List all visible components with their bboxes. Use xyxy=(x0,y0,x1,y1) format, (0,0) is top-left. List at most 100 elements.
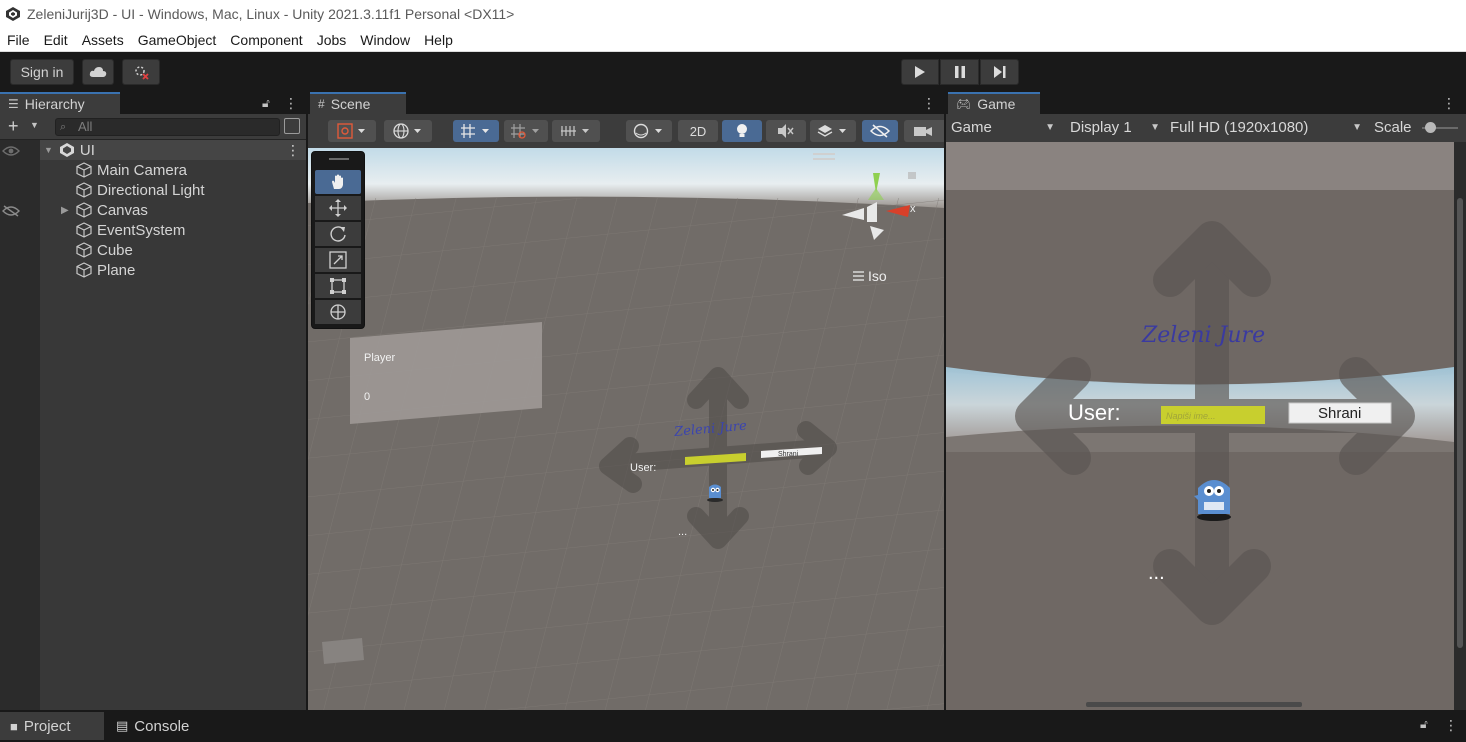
menu-edit[interactable]: Edit xyxy=(37,28,75,52)
hierarchy-scene-row[interactable]: ▼ UI ⋮ xyxy=(40,140,306,160)
hierarchy-item[interactable]: Cube xyxy=(40,240,306,260)
transform-tool-button[interactable] xyxy=(315,300,361,324)
hand-icon xyxy=(332,174,343,189)
move-tool-button[interactable] xyxy=(315,196,361,220)
grid-snap-button[interactable] xyxy=(453,120,499,142)
menu-gameobject[interactable]: GameObject xyxy=(131,28,224,52)
game-menu-icon[interactable]: ⋮ xyxy=(1442,95,1456,111)
game-viewport[interactable]: Zeleni Jure User: Napiši ime... Shrani .… xyxy=(946,142,1454,710)
hierarchy-item-label: Canvas xyxy=(97,201,148,219)
ruler-button[interactable] xyxy=(552,120,600,142)
display-value: Display 1 xyxy=(1070,119,1132,136)
hierarchy-item[interactable]: Plane xyxy=(40,260,306,280)
scene-tabbar: # Scene ⋮ xyxy=(308,92,944,114)
rotate-tool-button[interactable] xyxy=(315,222,361,246)
hierarchy-item-label: Directional Light xyxy=(97,181,205,199)
pause-button[interactable] xyxy=(940,59,979,85)
grid-icon: # xyxy=(318,97,325,111)
scene-menu-icon[interactable]: ⋮ xyxy=(286,142,300,159)
draw-mode-icon xyxy=(337,123,365,139)
step-button[interactable] xyxy=(980,59,1019,85)
game-vertical-scrollbar[interactable] xyxy=(1454,142,1466,710)
chevron-down-icon: ▼ xyxy=(1150,122,1160,133)
menu-component[interactable]: Component xyxy=(223,28,309,52)
game-scroll-thumb[interactable] xyxy=(1457,198,1463,648)
visibility-eye-icon[interactable] xyxy=(2,145,20,157)
scene-user-label: User: xyxy=(630,462,656,474)
window-title: ZeleniJurij3D - UI - Windows, Mac, Linux… xyxy=(27,6,515,22)
gizmo-x-label: x xyxy=(910,203,916,215)
camera-button[interactable] xyxy=(904,120,944,142)
scale-control: Scale xyxy=(1374,117,1462,139)
lighting-toggle-button[interactable] xyxy=(722,120,762,142)
lightbulb-icon xyxy=(737,124,747,137)
tab-console[interactable]: ▤ Console xyxy=(106,712,206,740)
cloud-button[interactable] xyxy=(82,59,114,85)
display-dropdown[interactable]: Display 1 ▼ xyxy=(1070,117,1164,139)
tools-grip[interactable] xyxy=(329,158,349,160)
menu-assets[interactable]: Assets xyxy=(75,28,131,52)
cloud-icon xyxy=(89,67,107,77)
expand-arrow-icon[interactable]: ▼ xyxy=(44,145,53,155)
rect-transform-icon xyxy=(330,278,346,294)
draw-mode-button[interactable] xyxy=(328,120,376,142)
rect-tool-button[interactable] xyxy=(315,274,361,298)
tab-scene-label: Scene xyxy=(330,96,371,112)
gameobject-icon xyxy=(76,182,92,198)
bottom-menu-icon[interactable]: ⋮ xyxy=(1444,717,1458,734)
projection-label: Iso xyxy=(868,268,887,284)
resolution-value: Full HD (1920x1080) xyxy=(1170,119,1309,136)
global-local-button[interactable] xyxy=(384,120,432,142)
hierarchy-item[interactable]: ▶ Canvas xyxy=(40,200,306,220)
add-icon[interactable]: + xyxy=(8,116,19,137)
hidden-eye-icon[interactable] xyxy=(2,205,20,217)
increment-snap-button[interactable] xyxy=(504,120,548,142)
hierarchy-menu-icon[interactable]: ⋮ xyxy=(284,95,298,111)
shading-button[interactable] xyxy=(626,120,672,142)
menu-jobs[interactable]: Jobs xyxy=(310,28,354,52)
hierarchy-item[interactable]: Main Camera xyxy=(40,160,306,180)
game-panel: 🎮︎ Game ⋮ Game ▼ Display 1 ▼ Full HD (19… xyxy=(946,92,1466,710)
audio-mute-icon xyxy=(778,124,794,138)
game-tabbar: 🎮︎ Game ⋮ xyxy=(946,92,1466,114)
hierarchy-visibility-column xyxy=(0,140,40,710)
scale-tool-button[interactable] xyxy=(315,248,361,272)
scene-menu-icon[interactable]: ⋮ xyxy=(922,95,936,111)
collab-button[interactable] xyxy=(122,59,160,85)
list-icon: ☰ xyxy=(8,97,19,111)
expand-arrow-icon[interactable]: ▶ xyxy=(61,205,70,216)
scene-panel: # Scene ⋮ 2D Player 0 Zeleni Jure User: … xyxy=(308,92,944,710)
add-dropdown-icon[interactable]: ▼ xyxy=(30,120,39,130)
hierarchy-search-input[interactable]: ⌕ All xyxy=(55,118,280,136)
audio-toggle-button[interactable] xyxy=(766,120,806,142)
menu-help[interactable]: Help xyxy=(417,28,460,52)
search-type-icon[interactable] xyxy=(284,118,300,134)
player-value: 0 xyxy=(364,391,370,403)
menu-window[interactable]: Window xyxy=(353,28,417,52)
mode-2d-button[interactable]: 2D xyxy=(678,120,718,142)
hierarchy-item[interactable]: Directional Light xyxy=(40,180,306,200)
move-icon xyxy=(329,199,347,217)
tab-scene[interactable]: # Scene xyxy=(310,92,406,114)
lock-icon[interactable]: 🔓︎ xyxy=(1420,717,1428,732)
menu-file[interactable]: File xyxy=(0,28,37,52)
resolution-dropdown[interactable]: Full HD (1920x1080) ▼ xyxy=(1170,117,1366,139)
console-icon: ▤ xyxy=(116,718,129,733)
player-label: Player xyxy=(364,352,396,364)
hand-tool-button[interactable] xyxy=(315,170,361,194)
hierarchy-panel: ☰ Hierarchy 🔓︎ ⋮ + ▼ ⌕ All ▼ UI ⋮ Main C… xyxy=(0,92,306,710)
tab-project[interactable]: ■ Project xyxy=(0,712,104,740)
tab-hierarchy[interactable]: ☰ Hierarchy xyxy=(0,92,120,114)
scale-slider-handle[interactable] xyxy=(1425,122,1436,133)
scene-visibility-button[interactable] xyxy=(862,120,898,142)
sign-in-button[interactable]: Sign in xyxy=(10,59,74,85)
game-view-dropdown[interactable]: Game ▼ xyxy=(951,117,1059,139)
hierarchy-item[interactable]: EventSystem xyxy=(40,220,306,240)
play-button[interactable] xyxy=(901,59,939,85)
scene-viewport[interactable]: Player 0 Zeleni Jure User: Shrani ... x … xyxy=(308,148,944,710)
search-placeholder: All xyxy=(78,119,93,134)
lock-icon[interactable]: 🔓︎ xyxy=(262,95,274,111)
tab-game[interactable]: 🎮︎ Game xyxy=(948,92,1040,114)
effects-button[interactable] xyxy=(810,120,856,142)
transform-icon xyxy=(330,304,346,320)
